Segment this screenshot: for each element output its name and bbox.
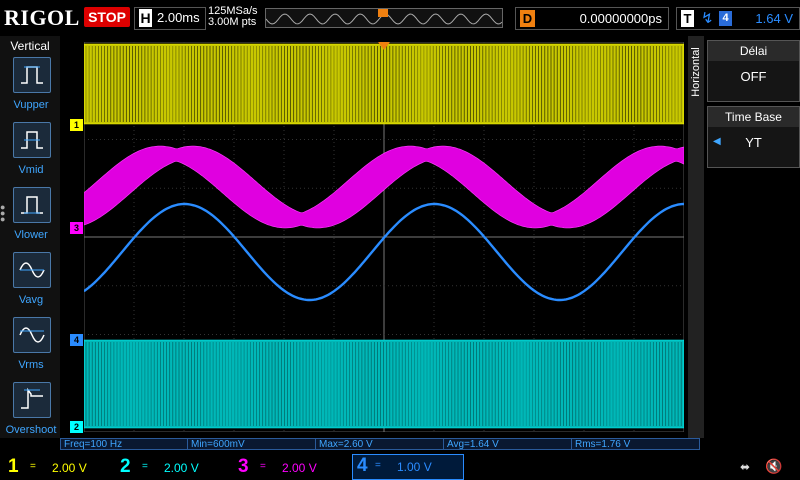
- channel-2-marker[interactable]: 2: [70, 421, 83, 433]
- vavg-icon: [19, 262, 45, 278]
- measurement-rms[interactable]: Rms=1.76 V: [571, 438, 700, 450]
- rising-edge-icon: ↯: [701, 10, 714, 27]
- usb-icon: ⬌: [740, 460, 751, 474]
- vmid-label: Vmid: [18, 164, 44, 176]
- channel-4-status[interactable]: 4 = 1.00 V: [352, 454, 464, 480]
- trigger-box[interactable]: T ↯ 4 1.64 V: [676, 7, 800, 30]
- measurement-min[interactable]: Min=600mV: [187, 438, 316, 450]
- menu-title: Vertical: [10, 39, 50, 53]
- channel-3-coupling: =: [260, 461, 266, 472]
- delay-menu-value: OFF: [740, 69, 767, 84]
- memory-depth: 3.00M pts: [208, 16, 257, 28]
- waveform-display[interactable]: [83, 41, 685, 437]
- timebase-value: 2.00ms: [157, 10, 200, 25]
- menu-scroll-dots[interactable]: ● ● ●: [0, 203, 5, 224]
- brand-logo: RIGOL: [4, 5, 80, 30]
- horizontal-menu: Horizontal Délai OFF Time Base ◀ YT: [688, 36, 800, 438]
- channel-2-trace: [83, 339, 685, 429]
- channel-2-scale: 2.00 V: [164, 461, 199, 475]
- measurement-bar: Freq=100 Hz Min=600mV Max=2.60 V Avg=1.6…: [60, 438, 700, 452]
- vupper-label: Vupper: [13, 99, 49, 111]
- timebase-menu-value: YT: [745, 135, 762, 150]
- memory-overview-bar[interactable]: [265, 8, 503, 28]
- vavg-button[interactable]: [13, 252, 51, 288]
- vertical-measure-menu: Vertical ● ● ● Vupper Vmid Vlower Vavg Vrm…: [0, 36, 60, 438]
- vmid-button[interactable]: [13, 122, 51, 158]
- delay-label: D: [520, 10, 535, 27]
- delay-menu-label: Délai: [708, 41, 799, 61]
- timebase-label: H: [139, 9, 152, 27]
- channel-2-status[interactable]: 2 = 2.00 V: [120, 456, 220, 478]
- channel-4-scale: 1.00 V: [397, 460, 432, 474]
- overview-waveform: [265, 9, 503, 25]
- vmid-icon: [21, 131, 43, 149]
- channel-3-status[interactable]: 3 = 2.00 V: [238, 456, 338, 478]
- channel-2-number: 2: [120, 456, 131, 477]
- speaker-muted-icon[interactable]: 🔇: [765, 458, 782, 475]
- measurement-freq[interactable]: Freq=100 Hz: [60, 438, 188, 450]
- channel-1-coupling: =: [30, 461, 36, 472]
- overview-trigger-marker: [378, 9, 388, 17]
- channel-1-marker[interactable]: 1: [70, 119, 83, 131]
- channel-3-number: 3: [238, 456, 249, 477]
- channel-status-bar: 1 = 2.00 V 2 = 2.00 V 3 = 2.00 V 4 = 1.0…: [0, 452, 800, 480]
- overshoot-icon: [21, 387, 43, 409]
- vlower-label: Vlower: [14, 229, 48, 241]
- channel-4-number: 4: [357, 455, 368, 476]
- trigger-label: T: [681, 10, 694, 27]
- channel-2-coupling: =: [142, 461, 148, 472]
- channel-4-marker[interactable]: 4: [70, 334, 83, 346]
- overshoot-button[interactable]: [13, 382, 51, 418]
- measurement-avg[interactable]: Avg=1.64 V: [443, 438, 572, 450]
- channel-1-number: 1: [8, 456, 19, 477]
- vrms-icon: [19, 327, 45, 343]
- overshoot-label: Overshoot: [5, 424, 57, 436]
- vrms-label: Vrms: [18, 359, 44, 371]
- channel-1-trace: [83, 43, 685, 125]
- vupper-icon: [21, 66, 43, 84]
- vlower-button[interactable]: [13, 187, 51, 223]
- channel-4-coupling: =: [375, 460, 381, 471]
- measurement-max[interactable]: Max=2.60 V: [315, 438, 444, 450]
- vupper-button[interactable]: [13, 57, 51, 93]
- delay-value: 0.00000000ps: [579, 11, 662, 26]
- timebase-menu-item[interactable]: Time Base ◀ YT: [707, 106, 800, 168]
- horizontal-tab-label: Horizontal: [690, 47, 702, 97]
- trigger-delay-box[interactable]: D 0.00000000ps: [515, 7, 669, 30]
- trigger-source: 4: [719, 11, 732, 26]
- channel-1-scale: 2.00 V: [52, 461, 87, 475]
- top-status-bar: RIGOL STOP H 2.00ms 125MSa/s 3.00M pts D…: [0, 0, 800, 36]
- channel-1-status[interactable]: 1 = 2.00 V: [8, 456, 108, 478]
- horizontal-menu-tab[interactable]: Horizontal: [688, 36, 704, 438]
- timebase-menu-label: Time Base: [708, 107, 799, 127]
- trigger-level: 1.64 V: [755, 11, 793, 26]
- vlower-icon: [21, 196, 43, 214]
- timebase-box[interactable]: H 2.00ms: [134, 7, 206, 30]
- channel-3-marker[interactable]: 3: [70, 222, 83, 234]
- vrms-button[interactable]: [13, 317, 51, 353]
- delay-menu-item[interactable]: Délai OFF: [707, 40, 800, 102]
- waveform-grid: [83, 41, 685, 433]
- vavg-label: Vavg: [18, 294, 44, 306]
- run-stop-indicator[interactable]: STOP: [84, 7, 130, 27]
- acquisition-info: 125MSa/s 3.00M pts: [208, 6, 258, 28]
- channel-3-scale: 2.00 V: [282, 461, 317, 475]
